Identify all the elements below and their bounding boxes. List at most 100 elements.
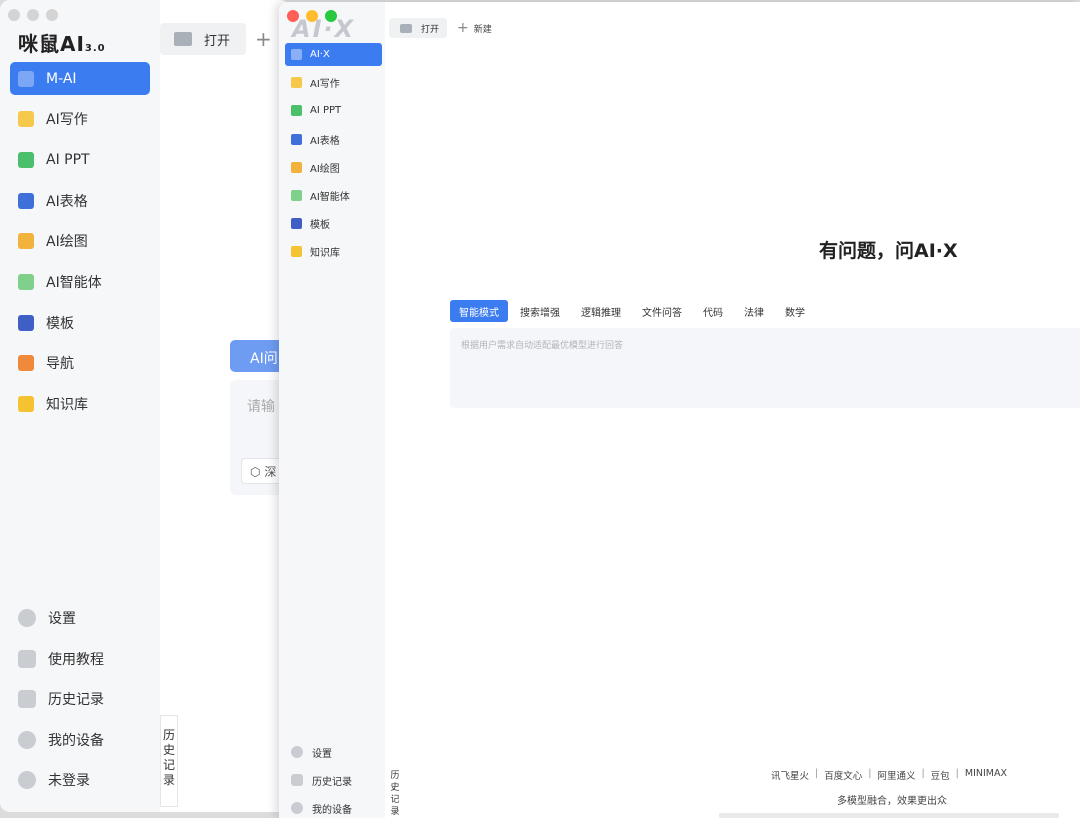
tab-open-label: 打开 [421,24,440,35]
bottom-item-device[interactable]: 我的设备 [18,724,158,756]
bulb-icon [18,396,34,412]
sidebar-item-ai绘图[interactable]: AI绘图 [285,156,382,179]
sidebar-item-导航[interactable]: 导航 [10,347,150,380]
aix-icon [291,49,302,60]
bottom-item-history[interactable]: 历史记录 [18,683,158,715]
history-tab[interactable]: 历史记录 [389,770,401,818]
query-placeholder: 根据用户需求自动适配最优模型进行回答 [461,341,624,351]
new-tab-button[interactable]: + 新建 [457,20,492,36]
device-icon [291,802,303,814]
minimize-icon[interactable] [306,10,318,22]
folder-icon [400,23,412,33]
gear-icon [18,609,36,627]
history-icon [291,774,303,786]
bottom-item-label: 我的设备 [312,804,352,816]
provider-separator: | [921,768,925,779]
bottom-item-book[interactable]: 使用教程 [18,643,158,675]
device-icon [18,730,36,749]
folder-icon [174,32,192,46]
provider-separator: | [955,768,959,779]
sidebar-item-ai-ppt[interactable]: AI PPT [285,99,382,122]
chat-input-placeholder: 请输 [247,399,275,415]
sidebar-item-label: AI PPT [310,105,342,117]
mode-tab[interactable]: 智能模式 [450,300,508,322]
sidebar-item-ai智能体[interactable]: AI智能体 [10,265,150,298]
mode-tab[interactable]: 数学 [776,300,814,322]
mode-tab[interactable]: 逻辑推理 [572,300,630,322]
ppt-icon [291,105,302,117]
sidebar-item-label: 知识库 [46,397,88,413]
sidebar-item-模板[interactable]: 模板 [10,306,150,339]
mode-tab[interactable]: 文件问答 [633,300,691,322]
model-providers: 讯飞星火 | 百度文心 | 阿里通义 | 豆包 | MINIMAX [771,768,1007,782]
sidebar-item-label: AI绘图 [310,163,340,175]
book-icon [18,649,36,668]
front-sidebar: AI·X AI·X AI写作 AI PPT AI表格 AI绘图 AI智能体 模板 知识库 设置… [279,2,385,818]
bottom-item-label: 未登录 [48,773,90,790]
robot-icon [18,273,34,290]
tab-open-label: 打开 [204,33,231,49]
provider-label[interactable]: 百度文心 [824,768,862,782]
sidebar-item-label: 导航 [46,356,74,373]
front-window-controls[interactable] [287,10,337,22]
front-window: AI·X AI·X AI写作 AI PPT AI表格 AI绘图 AI智能体 模板 知识库 设置… [279,2,1080,818]
template-icon [291,218,302,230]
sidebar-item-ai-ppt[interactable]: AI PPT [10,143,150,176]
sidebar-item-ai表格[interactable]: AI表格 [10,184,150,217]
bottom-item-label: 历史记录 [312,776,352,788]
back-sidebar: 咪鼠AI3.0 M-AI AI写作 AI PPT AI表格 AI绘图 AI智能体 模板 导航知… [0,0,160,812]
query-input[interactable]: 根据用户需求自动适配最优模型进行回答 [450,328,1080,408]
bottom-item-history[interactable]: 历史记录 [291,770,381,790]
maximize-icon[interactable] [325,10,337,22]
bottom-item-label: 设置 [312,748,332,760]
tab-open[interactable]: 打开 [160,23,246,55]
front-bottom-nav: 设置历史记录我的设备 [291,742,381,818]
sidebar-item-label: AI表格 [310,135,340,147]
minimize-icon[interactable] [27,9,39,21]
history-tab-label: 历史记录 [390,771,400,817]
table-icon [18,192,34,209]
back-window-controls[interactable] [8,9,58,21]
gear-icon [291,746,303,758]
plus-icon[interactable]: + [255,27,272,51]
sidebar-item-ai写作[interactable]: AI写作 [285,71,382,94]
maximize-icon[interactable] [46,9,58,21]
palette-icon [291,161,302,173]
plus-icon: + [457,20,469,36]
writing-icon [18,111,34,128]
mode-tab[interactable]: 代码 [694,300,732,322]
history-tab[interactable]: 历史记录 [160,715,178,807]
sidebar-item-ai-x[interactable]: AI·X [285,43,382,66]
sidebar-item-m-ai[interactable]: M-AI [10,62,150,95]
sidebar-item-ai表格[interactable]: AI表格 [285,128,382,151]
sidebar-item-label: AI·X [310,49,330,60]
mode-tab[interactable]: 法律 [735,300,773,322]
new-tab-label: 新建 [473,24,492,35]
provider-label[interactable]: 豆包 [931,768,950,782]
tab-open[interactable]: 打开 [389,18,447,38]
provider-separator: | [868,768,872,779]
close-icon[interactable] [287,10,299,22]
sidebar-item-知识库[interactable]: 知识库 [10,388,150,421]
sidebar-item-label: M-AI [46,70,77,87]
sidebar-item-label: 模板 [46,315,74,332]
provider-label[interactable]: MINIMAX [965,768,1007,782]
hero-title: 有问题，问AI·X [819,240,958,262]
navigation-icon [18,355,34,372]
table-icon [291,133,302,145]
bottom-item-gear[interactable]: 设置 [18,602,158,634]
sidebar-item-ai智能体[interactable]: AI智能体 [285,184,382,207]
bottom-item-gear[interactable]: 设置 [291,742,381,762]
sidebar-item-模板[interactable]: 模板 [285,212,382,235]
close-icon[interactable] [8,9,20,21]
provider-label[interactable]: 阿里通义 [877,768,915,782]
mode-tab[interactable]: 搜索增强 [511,300,569,322]
sidebar-item-ai绘图[interactable]: AI绘图 [10,225,150,258]
sidebar-item-知识库[interactable]: 知识库 [285,240,382,263]
provider-label[interactable]: 讯飞星火 [771,768,809,782]
bottom-item-device[interactable]: 我的设备 [291,798,381,818]
writing-icon [291,77,302,89]
bottom-item-user[interactable]: 未登录 [18,764,158,796]
sidebar-item-ai写作[interactable]: AI写作 [10,103,150,136]
sidebar-item-label: 模板 [310,220,330,232]
